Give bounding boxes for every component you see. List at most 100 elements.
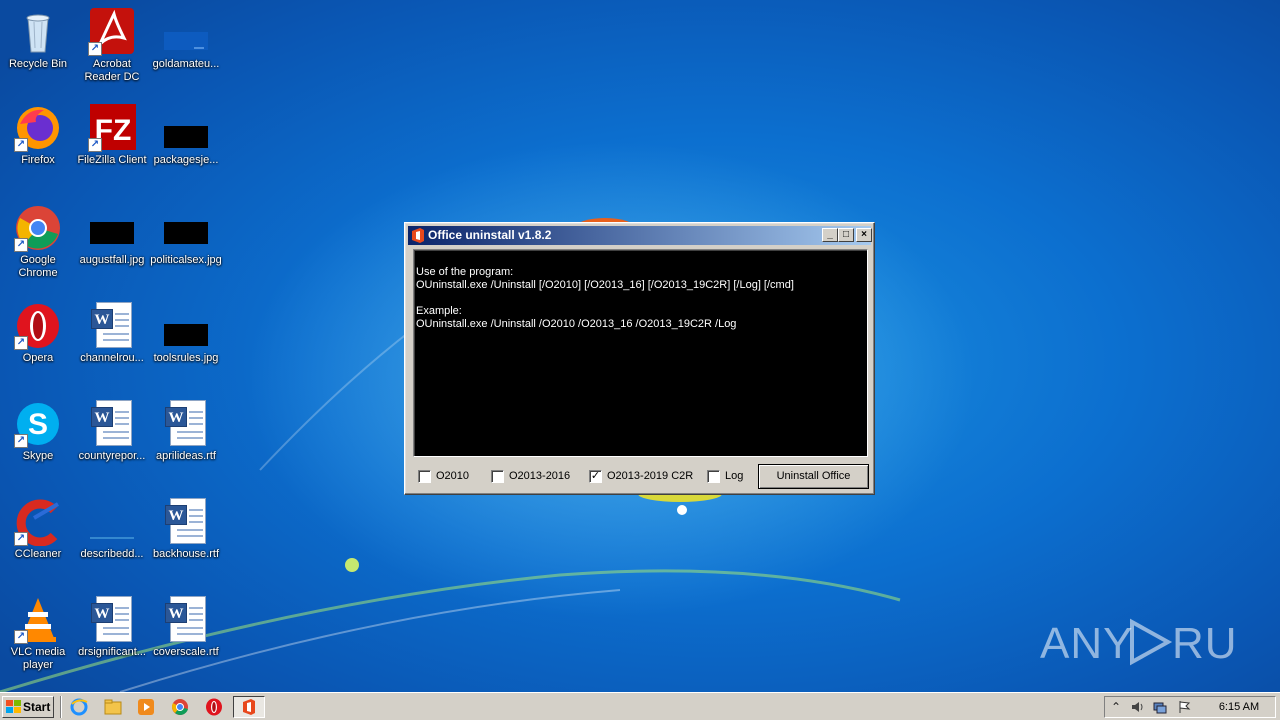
chrome-taskbar-icon[interactable] [171,698,189,716]
shortcut-arrow-icon: ↗ [14,532,28,546]
desktop-icon-vlc[interactable]: ↗ VLC media player [0,596,76,672]
word-doc-icon: W [88,596,136,644]
ccleaner-icon: ↗ [14,498,62,547]
svg-text:S: S [28,408,48,441]
option-label: O2013-2019 C2R [607,470,694,482]
desktop-icon-label: describedd... [80,548,144,560]
shortcut-arrow-icon: ↗ [14,138,28,152]
desktop-icon-label: augustfall.jpg [79,254,145,266]
desktop-icon-label: backhouse.rtf [152,548,220,560]
option-label: O2010 [436,470,470,482]
output-line: OUninstall.exe /Uninstall [/O2010] [/O20… [416,279,794,291]
option-label: Log [725,470,744,482]
desktop-icon-label: politicalsex.jpg [150,254,222,266]
checkbox-log[interactable] [707,470,720,483]
checkbox-o2010[interactable] [418,470,431,483]
image-file-icon [162,104,210,152]
desktop-icon-label: aprilideas.rtf [156,450,216,462]
desktop-icon-augustfall[interactable]: augustfall.jpg [74,204,150,267]
shortcut-arrow-icon: ↗ [14,238,28,252]
start-button[interactable]: Start [2,696,54,718]
desktop-icon-backhouse[interactable]: W backhouse.rtf [148,498,224,561]
desktop-icon-goldamateu[interactable]: goldamateu... [148,8,224,71]
opera-icon: ↗ [14,302,62,350]
desktop-icon-label: toolsrules.jpg [153,352,219,364]
shortcut-arrow-icon: ↗ [14,434,28,448]
desktop-icon-label: packagesje... [153,154,219,166]
close-button[interactable]: × [856,228,872,242]
desktop-icon-skype[interactable]: S ↗ Skype [0,400,76,463]
desktop-icon-describedd[interactable]: describedd... [74,498,150,561]
recycle-bin-icon [14,8,62,56]
desktop-icon-toolsrules[interactable]: toolsrules.jpg [148,302,224,365]
office-icon [411,228,425,243]
desktop-icon-opera[interactable]: ↗ Opera [0,302,76,365]
image-file-icon [88,204,136,252]
desktop-icon-label: CCleaner [14,548,62,560]
uninstall-office-button[interactable]: Uninstall Office [758,464,869,489]
output-line: Example: [416,305,462,317]
internet-explorer-icon[interactable] [70,698,88,716]
desktop-icon-label: Firefox [21,154,55,166]
desktop-icon-channelrou[interactable]: W channelrou... [74,302,150,365]
acrobat-reader-icon: ↗ [88,8,136,56]
usage-output-box[interactable]: Use of the program: OUninstall.exe /Unins… [413,249,868,457]
desktop-icon-label: channelrou... [80,352,144,364]
tray-expand-icon[interactable]: ⌃ [1109,700,1123,714]
shortcut-arrow-icon: ↗ [14,630,28,644]
anyrun-watermark: ANY RUN [1040,612,1240,672]
checkbox-o2013-2019-c2r[interactable]: ✓ [589,470,602,483]
desktop-icon-label: Recycle Bin [8,58,68,70]
checkbox-o2013-2016[interactable] [491,470,504,483]
media-player-icon[interactable] [137,698,155,716]
windows-logo-icon [6,700,21,714]
window-titlebar[interactable]: Office uninstall v1.8.2 _ □ × [408,226,872,245]
desktop-icon-countyrepor[interactable]: W countyrepor... [74,400,150,463]
image-file-icon [162,204,210,252]
action-center-flag-icon[interactable] [1177,700,1191,714]
word-doc-icon: W [162,596,210,644]
taskbar-separator [60,696,62,718]
minimize-button[interactable]: _ [822,228,838,242]
window-title: Office uninstall v1.8.2 [428,228,552,242]
word-doc-icon: W [88,302,136,350]
desktop-icon-label: Google Chrome [18,254,58,279]
opera-taskbar-icon[interactable] [205,698,223,716]
image-file-icon [88,498,136,546]
desktop-icon-packagesje[interactable]: packagesje... [148,104,224,167]
office-uninstall-window[interactable]: Office uninstall v1.8.2 _ □ × Use of the… [404,222,875,495]
shortcut-arrow-icon: ↗ [88,42,102,56]
firefox-icon: ↗ [14,104,62,152]
maximize-button[interactable]: □ [838,228,854,242]
volume-icon[interactable] [1131,700,1145,714]
desktop-icon-acrobat[interactable]: ↗ Acrobat Reader DC [74,8,150,84]
shortcut-arrow-icon: ↗ [14,336,28,350]
svg-text:ANY: ANY [1040,619,1133,668]
word-doc-icon: W [162,400,210,448]
word-doc-icon: W [88,400,136,448]
desktop-icon-chrome[interactable]: ↗ Google Chrome [0,204,76,280]
file-explorer-icon[interactable] [104,698,122,716]
desktop-icon-aprilideas[interactable]: W aprilideas.rtf [148,400,224,463]
taskbar-clock[interactable]: 6:15 AM [1209,697,1269,717]
desktop-icon-recycle-bin[interactable]: Recycle Bin [0,8,76,71]
desktop-icon-label: coverscale.rtf [153,646,219,658]
desktop-icon-filezilla[interactable]: FZ ↗ FileZilla Client [74,104,150,167]
svg-text:RUN: RUN [1172,619,1240,668]
filezilla-icon: FZ ↗ [88,104,136,152]
chrome-icon: ↗ [14,204,62,252]
desktop-icon-label: FileZilla Client [77,154,147,166]
desktop-icon-firefox[interactable]: ↗ Firefox [0,104,76,167]
desktop-icon-coverscale[interactable]: W coverscale.rtf [148,596,224,659]
image-file-icon [162,302,210,350]
desktop-icon-label: countyrepor... [78,450,146,462]
output-line: OUninstall.exe /Uninstall /O2010 /O2013_… [416,318,737,330]
shortcut-arrow-icon: ↗ [88,138,102,152]
network-icon[interactable] [1153,700,1167,714]
desktop-icon-politicalsex[interactable]: politicalsex.jpg [148,204,224,267]
desktop-icon-ccleaner[interactable]: ↗ CCleaner [0,498,76,561]
desktop-icon-drsignificant[interactable]: W drsignificant... [74,596,150,659]
taskbar-office-uninstall[interactable] [233,696,265,718]
image-file-icon [162,8,210,56]
